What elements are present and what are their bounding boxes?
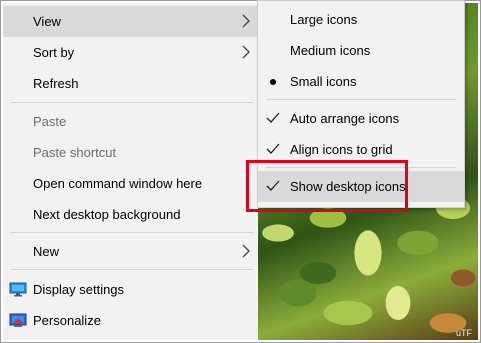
submenu-item-label: Large icons <box>290 12 358 27</box>
menu-item-label: Sort by <box>33 45 75 60</box>
menu-separator <box>266 99 456 100</box>
menu-separator <box>11 102 253 103</box>
display-icon <box>9 282 27 297</box>
submenu-item-label: Align icons to grid <box>290 142 393 157</box>
submenu-item-large-icons[interactable]: Large icons <box>258 4 464 35</box>
menu-item-label: Personalize <box>33 313 101 328</box>
menu-separator <box>11 269 253 270</box>
menu-item-display-settings[interactable]: Display settings <box>3 274 257 305</box>
menu-separator <box>11 232 253 233</box>
menu-item-sort-by[interactable]: Sort by <box>3 37 257 68</box>
submenu-item-small-icons[interactable]: Small icons <box>258 66 464 97</box>
watermark: uTF <box>455 328 472 338</box>
submenu-item-label: Auto arrange icons <box>290 111 400 126</box>
menu-item-open-command-window[interactable]: Open command window here <box>3 168 257 199</box>
radio-bullet-icon <box>270 79 276 85</box>
menu-item-paste: Paste <box>3 106 257 137</box>
menu-item-next-desktop-background[interactable]: Next desktop background <box>3 199 257 230</box>
submenu-item-label: Small icons <box>290 74 357 89</box>
submenu-item-auto-arrange-icons[interactable]: Auto arrange icons <box>258 103 464 134</box>
menu-item-label: New <box>33 244 60 259</box>
desktop-context-menu: View Sort by Refresh Paste Paste shortcu… <box>3 3 257 340</box>
chevron-right-icon <box>242 14 250 28</box>
menu-item-label: Next desktop background <box>33 207 181 222</box>
menu-item-refresh[interactable]: Refresh <box>3 68 257 99</box>
personalize-icon <box>9 313 27 327</box>
menu-item-label: Paste <box>33 114 67 129</box>
menu-item-label: Paste shortcut <box>33 145 117 160</box>
submenu-item-medium-icons[interactable]: Medium icons <box>258 35 464 66</box>
menu-item-label: Display settings <box>33 282 125 297</box>
menu-item-view[interactable]: View <box>3 6 257 37</box>
menu-item-new[interactable]: New <box>3 236 257 267</box>
menu-item-label: Open command window here <box>33 176 203 191</box>
menu-item-personalize[interactable]: Personalize <box>3 305 257 336</box>
checkmark-icon <box>266 143 280 154</box>
annotation-highlight-box <box>246 160 408 212</box>
menu-item-paste-shortcut: Paste shortcut <box>3 137 257 168</box>
checkmark-icon <box>266 112 280 123</box>
menu-item-label: View <box>33 14 61 29</box>
menu-item-label: Refresh <box>33 76 79 91</box>
chevron-right-icon <box>242 244 250 258</box>
chevron-right-icon <box>242 45 250 59</box>
submenu-item-label: Medium icons <box>290 43 371 58</box>
